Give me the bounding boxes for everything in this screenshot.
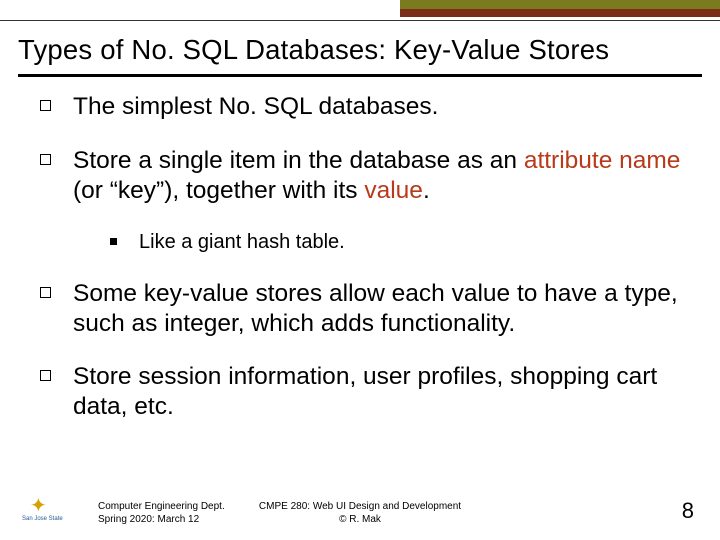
bullet-text: Some key-value stores allow each value t… bbox=[73, 279, 688, 339]
bullet-text: The simplest No. SQL databases. bbox=[73, 92, 688, 122]
top-thin-rule bbox=[0, 20, 720, 21]
bullet-text: Store session information, user profiles… bbox=[73, 362, 688, 422]
bullet-item: Some key-value stores allow each value t… bbox=[40, 279, 688, 339]
square-bullet-icon bbox=[40, 154, 51, 165]
bullet-item: Store a single item in the database as a… bbox=[40, 146, 688, 206]
square-bullet-icon bbox=[40, 287, 51, 298]
square-bullet-icon bbox=[40, 370, 51, 381]
bullet-text-fragment: Store a single item in the database as a… bbox=[73, 147, 524, 174]
bullet-item: The simplest No. SQL databases. bbox=[40, 92, 688, 122]
accent-term-attribute-name: attribute name bbox=[524, 147, 681, 174]
bullet-text: Store a single item in the database as a… bbox=[73, 146, 688, 206]
sub-bullet-text: Like a giant hash table. bbox=[139, 230, 345, 255]
bullet-text-fragment: . bbox=[423, 177, 430, 204]
slide-body: The simplest No. SQL databases. Store a … bbox=[40, 92, 688, 478]
bullet-text-fragment: (or “key”), together with its bbox=[73, 177, 364, 204]
footer-center: CMPE 280: Web UI Design and Development … bbox=[22, 501, 698, 526]
title-underline bbox=[18, 74, 702, 77]
accent-bar-brick bbox=[400, 9, 720, 17]
slide-footer: ✦ San Jose State Computer Engineering De… bbox=[22, 488, 698, 530]
slide-title: Types of No. SQL Databases: Key-Value St… bbox=[18, 34, 702, 66]
footer-center-line2: © R. Mak bbox=[22, 514, 698, 527]
accent-bar-olive bbox=[400, 0, 720, 9]
square-bullet-icon bbox=[40, 100, 51, 111]
filled-square-bullet-icon bbox=[110, 238, 117, 245]
page-number: 8 bbox=[682, 498, 694, 524]
bullet-item: Store session information, user profiles… bbox=[40, 362, 688, 422]
accent-term-value: value bbox=[364, 177, 423, 204]
sub-bullet-item: Like a giant hash table. bbox=[110, 230, 688, 255]
footer-center-line1: CMPE 280: Web UI Design and Development bbox=[22, 501, 698, 514]
top-decor bbox=[0, 0, 720, 20]
slide: Types of No. SQL Databases: Key-Value St… bbox=[0, 0, 720, 540]
